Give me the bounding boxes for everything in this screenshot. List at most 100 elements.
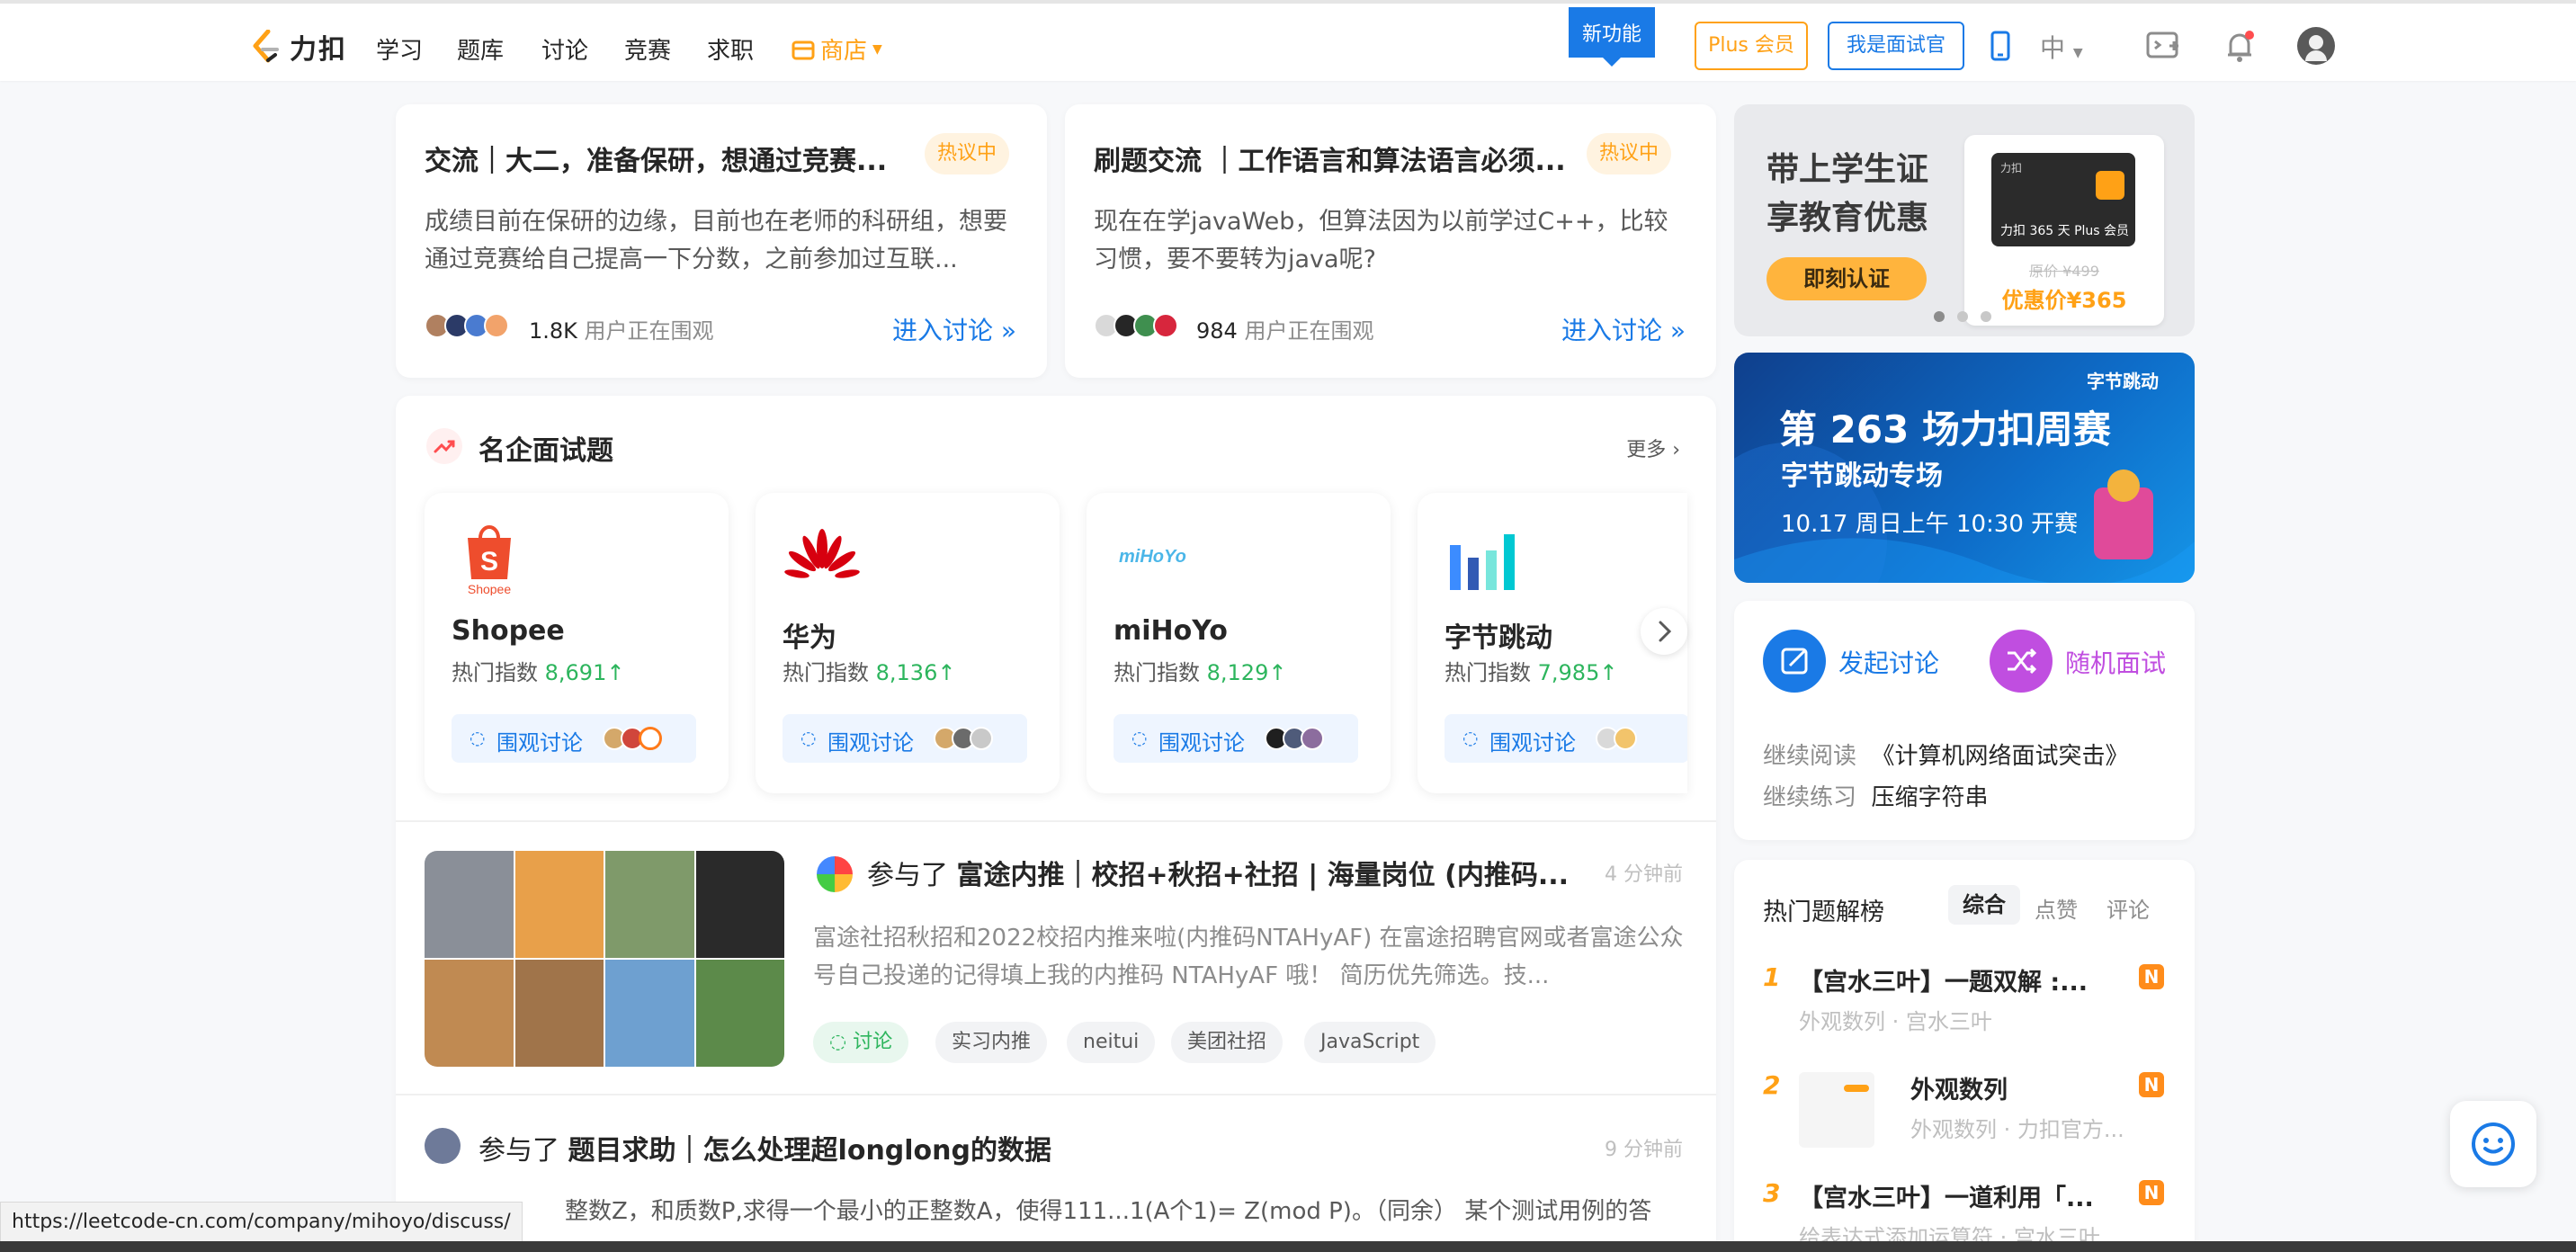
watch-discussion-button[interactable]: ◌ 围观讨论 [452,714,696,763]
tag[interactable]: JavaScript [1304,1022,1436,1063]
language-switch[interactable]: 中 ▼ [2040,29,2083,65]
companies-section-title: 名企面试题 [479,435,613,467]
continue-practice[interactable]: 继续练习 压缩字符串 [1763,779,1989,812]
chat-icon: ◌ [1131,727,1148,748]
leetcode-logo[interactable]: 力扣 [250,27,347,67]
original-price: 原价 ¥499 [2029,263,2099,280]
tag[interactable]: 美团社招 [1171,1022,1284,1063]
nav-contest[interactable]: 竞赛 [624,32,671,66]
watcher-avatars [1596,727,1637,750]
member-card: 力扣 力扣 365 天 Plus 会员 [1991,153,2135,246]
new-feature-badge[interactable]: 新功能 [1569,7,1655,67]
watch-discussion-button[interactable]: ◌ 围观讨论 [1114,714,1358,763]
company-card-huawei[interactable]: 华为 热门指数 8,136↑ ◌ 围观讨论 [756,493,1060,793]
contest-time: 10.17 周日上午 10:30 开赛 [1781,511,2079,538]
chevron-right-icon [1659,621,1672,642]
post-excerpt: 富途社招秋招和2022校招内推来啦(内推码NTAHyAF) 在富途招聘官网或者富… [813,925,1684,989]
mobile-icon[interactable] [1990,31,2011,61]
new-badge: N [2139,964,2164,989]
continue-reading[interactable]: 继续阅读 《计算机网络面试突击》 [1763,738,2129,771]
solution-title[interactable]: 外观数列 [1910,1070,2008,1105]
avatar[interactable] [817,856,853,892]
watch-discussion-button[interactable]: ◌ 围观讨论 [783,714,1027,763]
card-logo: 力扣 [2000,162,2023,174]
contest-title: 第 263 场力扣周赛 [1779,407,2111,452]
notification-bell-icon[interactable] [2223,31,2256,63]
feed-post-title[interactable]: 参与了 题目求助｜怎么处理超longlong的数据 [479,1128,1051,1167]
quick-actions-card: 发起讨论 随机面试 继续阅读 《计算机网络面试突击》 继续练习 压缩字符串 [1734,601,2195,840]
svg-text:Shopee: Shopee [468,582,511,595]
user-avatar[interactable] [2297,27,2335,65]
hot-discussion-card[interactable]: 刷题交流 ｜工作语言和算法语言必须... 热议中 现在在学javaWeb，但算法… [1065,104,1716,378]
enter-discussion-link[interactable]: 进入讨论 » [1561,311,1686,347]
post-excerpt: 整数Z，和质数P,求得一个最小的正整数A，使得111...1(A个1)= Z(m… [565,1198,1652,1225]
avatar [1153,313,1178,338]
discussion-desc: 现在在学javaWeb，但算法因为以前学过C++，比较习惯，要不要转为java呢… [1094,208,1668,273]
nav-store[interactable]: 商店 ▼ [792,32,882,66]
discussion-title[interactable]: 刷题交流 ｜工作语言和算法语言必须... [1094,139,1566,178]
nav-jobs[interactable]: 求职 [707,32,754,66]
discussion-title[interactable]: 交流｜大二，准备保研，想通过竞赛... [425,139,887,178]
post-time: 9 分钟前 [1605,1139,1683,1161]
watch-discussion-label: 围观讨论 [1489,730,1576,756]
discussion-desc: 成绩目前在保研的边缘，目前也在老师的科研组，想要通过竞赛给自己提高一下分数，之前… [425,208,1007,273]
watch-discussion-label: 围观讨论 [827,730,914,756]
hot-index: 热门指数 8,691↑ [452,660,625,685]
nav-learn[interactable]: 学习 [376,32,423,66]
avatar [970,727,993,750]
promo-headline: 带上学生证 享教育优惠 [1767,151,1929,237]
carousel-dots[interactable] [1934,311,1991,322]
company-card-shopee[interactable]: S Shopee Shopee 热门指数 8,691↑ ◌ 围观讨论 [425,493,729,793]
verify-button[interactable]: 即刻认证 [1767,257,1927,300]
hot-discussion-card[interactable]: 交流｜大二，准备保研，想通过竞赛... 热议中 成绩目前在保研的边缘，目前也在老… [396,104,1047,378]
avatar [1614,727,1637,750]
tab-overall[interactable]: 综合 [1948,885,2020,925]
hot-index: 热门指数 8,129↑ [1114,660,1287,685]
tag[interactable]: 实习内推 [935,1022,1048,1063]
avatar [484,313,509,338]
company-name: Shopee [452,615,565,647]
watcher-avatars [1265,727,1324,750]
plus-member-button[interactable]: Plus 会员 [1695,22,1808,70]
mihoyo-logo-icon: miHoYo [1119,547,1186,567]
feed-post-title[interactable]: 参与了 富途内推｜校招+秋招+社招 | 海量岗位 (内推码... [867,853,1569,892]
start-discussion-link[interactable]: 发起讨论 [1838,644,1939,680]
feedback-chat-button[interactable] [2450,1101,2536,1187]
shopee-logo-icon: S Shopee [468,525,511,595]
watch-discussion-button[interactable]: ◌ 围观讨论 [1445,714,1687,763]
nav-problemset[interactable]: 题库 [457,32,504,66]
random-interview-link[interactable]: 随机面试 [2065,644,2166,680]
new-badge: N [2139,1072,2164,1097]
company-card-mihoyo[interactable]: miHoYo miHoYo 热门指数 8,129↑ ◌ 围观讨论 [1087,493,1391,793]
more-link[interactable]: 更多 › [1626,434,1680,462]
weekly-contest-banner[interactable]: 字节跳动 第 263 场力扣周赛 字节跳动专场 10.17 周日上午 10:30… [1734,353,2195,583]
student-promo-banner[interactable]: 带上学生证 享教育优惠 即刻认证 力扣 力扣 365 天 Plus 会员 原价 … [1734,104,2195,336]
tab-comments[interactable]: 评论 [2106,892,2150,924]
carousel-next-button[interactable] [1641,608,1687,655]
shuffle-icon[interactable] [1990,630,2053,693]
sale-price: 优惠价¥365 [2001,288,2127,313]
trending-icon [426,428,462,464]
solution-title[interactable]: 【宫水三叶】一题双解 :... [1799,962,2088,997]
nav-discuss[interactable]: 讨论 [541,32,588,66]
watcher-avatars [1094,313,1178,338]
watch-discussion-label: 围观讨论 [1158,730,1245,756]
tag[interactable]: neitui [1067,1022,1156,1063]
avatar[interactable] [425,1128,461,1164]
taskbar-strip [0,1241,2576,1252]
tab-likes[interactable]: 点赞 [2035,892,2078,924]
company-name: 字节跳动 [1445,622,1552,654]
playground-icon[interactable] [2146,31,2180,61]
chevron-down-icon: ▼ [872,41,882,57]
solution-title[interactable]: 【宫水三叶】一道利用「... [1799,1178,2094,1213]
interviewer-button[interactable]: 我是面试官 [1828,22,1964,70]
card-label: 力扣 365 天 Plus 会员 [2000,224,2130,238]
huawei-logo-icon [784,529,860,578]
enter-discussion-link[interactable]: 进入讨论 » [892,311,1016,347]
hot-solutions-card: 热门题解榜 综合 点赞 评论 1 【宫水三叶】一题双解 :... N 外观数列 … [1734,860,2195,1252]
tag-discuss[interactable]: ◌ 讨论 [813,1022,909,1063]
new-badge: N [2139,1180,2164,1205]
post-image-collage[interactable] [425,851,784,1067]
company-name: 华为 [783,622,836,654]
edit-icon[interactable] [1763,630,1826,693]
